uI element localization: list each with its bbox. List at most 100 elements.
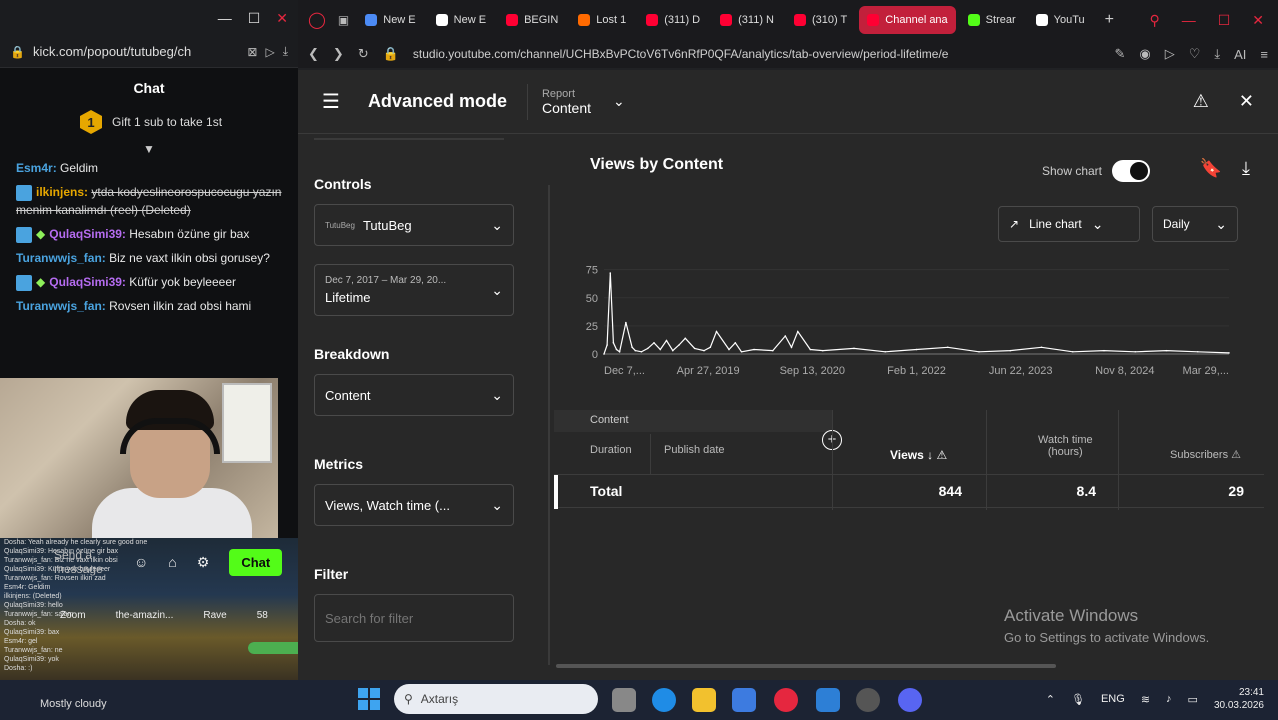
metrics-select[interactable]: Views, Watch time (... ⌄ (314, 484, 514, 526)
pin-icon[interactable]: ✎ (1114, 46, 1125, 62)
address-bar[interactable]: studio.youtube.com/channel/UCHBxBvPCtoV6… (413, 47, 1101, 61)
duration-header[interactable]: Duration (590, 444, 632, 456)
lock-icon: 🔒 (10, 44, 25, 59)
back-icon[interactable]: ❮ (308, 46, 319, 62)
studio-advanced-mode: ☰ Advanced mode Report Content ⌄ ⚠ ✕ Con… (298, 70, 1278, 680)
views-line-chart[interactable]: 0 25 50 75 Dec 7,... Apr 27, 2019 Sep 13, 2020… (574, 254, 1244, 394)
views-header[interactable]: Views ↓ ⚠ (890, 448, 947, 462)
opera-logo-icon[interactable]: ◯ (308, 10, 326, 30)
interval-select[interactable]: Daily ⌄ (1152, 206, 1238, 242)
minimize-button[interactable]: — (218, 10, 232, 26)
x-tick-label: Feb 1, 2022 (887, 365, 946, 377)
file-explorer-icon[interactable] (692, 688, 716, 712)
new-tab-button[interactable]: + (1105, 11, 1114, 29)
wifi-icon[interactable]: ≋ (1141, 693, 1150, 706)
language-indicator[interactable]: ENG (1101, 693, 1125, 705)
data-point (684, 337, 687, 340)
minimize-button[interactable]: — (1182, 12, 1196, 29)
maximize-button[interactable]: ☐ (248, 10, 261, 27)
pin-icon[interactable]: ▼ (0, 142, 298, 156)
heart-icon[interactable]: ♡ (1189, 46, 1201, 62)
show-chart-toggle[interactable] (1112, 160, 1150, 182)
channel-select[interactable]: TutuBeg TutuBeg ⌄ (314, 204, 514, 246)
browser-tab[interactable]: New E (428, 6, 494, 34)
gear-icon[interactable]: ⚙ (197, 554, 210, 571)
data-point (1071, 350, 1074, 353)
browser-tab[interactable]: Strear (960, 6, 1024, 34)
send-icon[interactable]: ▷ (265, 45, 274, 59)
camera-icon[interactable]: ◉ (1139, 46, 1150, 62)
chat-username[interactable]: Turanwwjs_fan: (16, 251, 106, 265)
ai-icon[interactable]: AI (1234, 47, 1246, 62)
chevron-down-icon: ⌄ (491, 386, 503, 403)
chat-username[interactable]: QulaqSimi39: (49, 227, 126, 241)
browser-tab[interactable]: New E (357, 6, 423, 34)
panel-scrollbar[interactable] (548, 185, 550, 665)
gift-text: Gift 1 sub to take 1st (112, 115, 223, 129)
hamburger-menu-icon[interactable]: ☰ (322, 89, 340, 114)
download-icon[interactable]: ⤓ (1214, 46, 1220, 62)
browser-tab[interactable]: Channel ana (859, 6, 956, 34)
close-button[interactable]: ✕ (276, 10, 288, 27)
menu-icon[interactable]: ≡ (1260, 47, 1268, 62)
block-icon[interactable]: ⊠ (247, 45, 257, 59)
chat-username[interactable]: Turanwwjs_fan: (16, 299, 106, 313)
download-icon[interactable]: ⤓ (283, 44, 288, 59)
report-select[interactable]: Report Content ⌄ (542, 88, 625, 116)
feedback-icon[interactable]: ⚠ (1193, 91, 1209, 112)
chat-username[interactable]: ilkinjens: (36, 185, 88, 199)
mail-icon[interactable] (816, 688, 840, 712)
bookmark-icon[interactable]: 🔖 (1200, 158, 1222, 179)
browser-tab[interactable]: YouTu (1028, 6, 1093, 34)
task-view-icon[interactable] (612, 688, 636, 712)
browser-tab[interactable]: (310) T (786, 6, 855, 34)
subscribers-header[interactable]: Subscribers ⚠ (1170, 448, 1241, 461)
kick-url[interactable]: kick.com/popout/tutubeg/ch (33, 44, 239, 59)
chart-actions: 🔖 ⤓ (1200, 158, 1250, 179)
settings-icon[interactable] (856, 688, 880, 712)
send-icon[interactable]: ▷ (1165, 46, 1175, 62)
close-icon[interactable]: ✕ (1239, 91, 1254, 112)
horizontal-scrollbar[interactable] (556, 664, 1056, 668)
tab-label: Lost 1 (596, 14, 627, 26)
chart-type-select[interactable]: ↗ Line chart ⌄ (998, 206, 1140, 242)
emoji-icon[interactable]: ☺ (134, 554, 148, 570)
filter-input[interactable] (314, 594, 514, 642)
browser-tab[interactable]: BEGIN (498, 6, 566, 34)
discord-icon[interactable] (898, 688, 922, 712)
edge-icon[interactable] (652, 688, 676, 712)
store-icon[interactable]: ⌂ (168, 554, 176, 570)
browser-tab[interactable]: (311) N (712, 6, 782, 34)
chat-username[interactable]: Esm4r: (16, 161, 57, 175)
date-range-select[interactable]: Dec 7, 2017 – Mar 29, 20... Lifetime ⌄ (314, 264, 514, 316)
volume-icon[interactable]: ♪ (1166, 693, 1172, 705)
breakdown-select[interactable]: Content ⌄ (314, 374, 514, 416)
watch-time-header[interactable]: Watch time (hours) (1038, 434, 1093, 458)
chevron-up-icon[interactable]: ⌃ (1046, 693, 1055, 706)
tab-icon[interactable]: ▣ (338, 13, 349, 27)
close-button[interactable]: ✕ (1252, 12, 1264, 29)
microphone-icon[interactable]: 🎙 (1071, 693, 1085, 706)
opera-icon[interactable] (774, 688, 798, 712)
browser-tab[interactable]: (311) D (638, 6, 708, 34)
taskbar-search[interactable]: ⚲ Axtarış (394, 684, 598, 714)
tab-favicon-icon (435, 14, 448, 26)
clock[interactable]: 23:41 30.03.2026 (1214, 686, 1264, 712)
total-row: Total 844 8.4 29 (554, 474, 1264, 509)
weather-widget[interactable]: Mostly cloudy (40, 698, 107, 710)
store-icon[interactable] (732, 688, 756, 712)
chat-input[interactable]: Send a message (54, 548, 114, 576)
battery-icon[interactable]: ▭ (1188, 693, 1198, 706)
maximize-button[interactable]: ☐ (1218, 12, 1231, 29)
browser-tab[interactable]: Lost 1 (570, 6, 634, 34)
gift-banner[interactable]: 1 Gift 1 sub to take 1st (0, 106, 298, 142)
download-icon[interactable]: ⤓ (1242, 158, 1250, 179)
search-icon[interactable]: ⚲ (1149, 12, 1159, 29)
chat-username[interactable]: QulaqSimi39: (49, 275, 126, 289)
data-point (703, 349, 705, 352)
windows-start-icon[interactable] (358, 688, 380, 710)
reload-icon[interactable]: ↻ (358, 46, 369, 62)
chat-send-button[interactable]: Chat (229, 548, 283, 576)
forward-icon[interactable]: ❯ (333, 46, 344, 62)
publish-date-header[interactable]: Publish date (664, 444, 725, 456)
